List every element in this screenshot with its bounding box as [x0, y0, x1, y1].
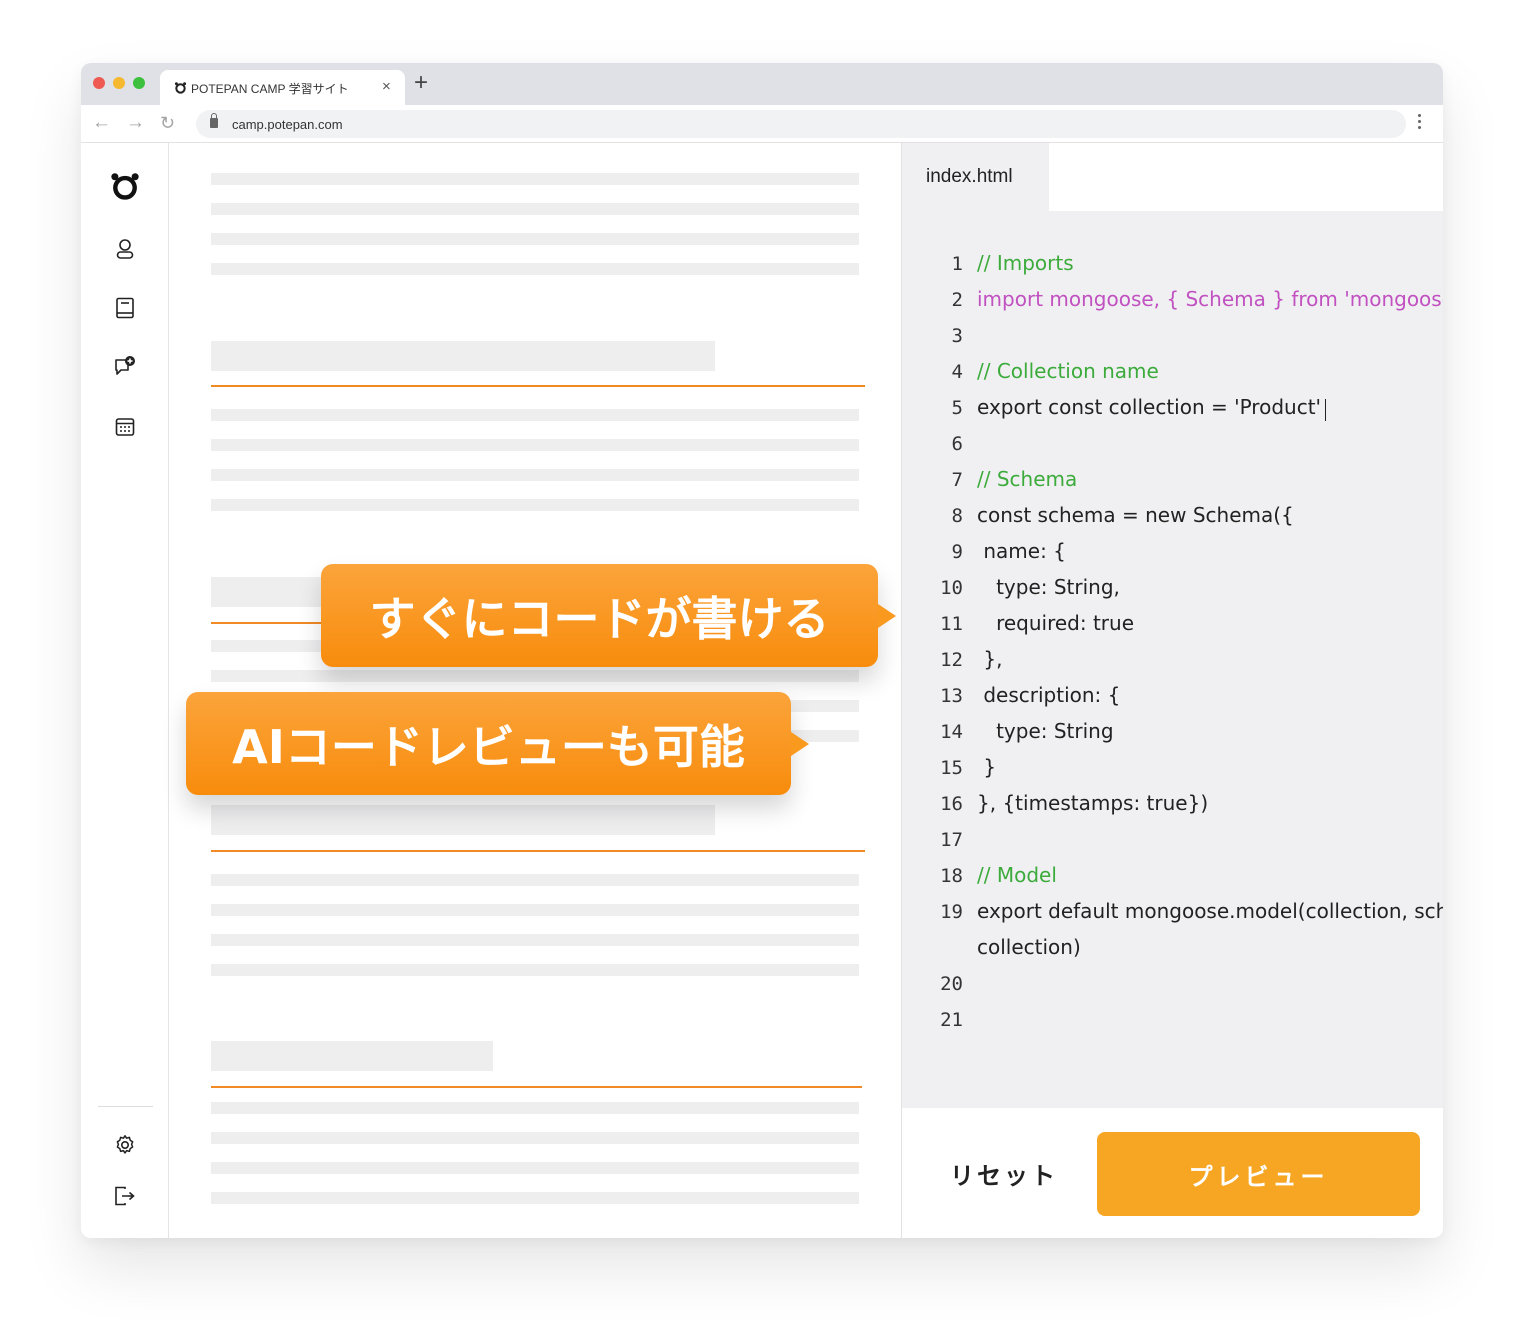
- code-text: required: true: [977, 611, 1135, 635]
- line-number: 21: [940, 1009, 963, 1031]
- placeholder-line: [211, 1192, 859, 1204]
- line-number: 5: [951, 397, 963, 419]
- text-caret: [1325, 399, 1326, 421]
- line-number: 2: [951, 289, 963, 311]
- code-text: export default mongoose.model(collection…: [977, 899, 1443, 923]
- line-number: 4: [951, 361, 963, 383]
- tab-title: POTEPAN CAMP 学習サイト: [191, 82, 349, 96]
- potepan-logo-icon[interactable]: [110, 171, 140, 201]
- placeholder-line: [211, 469, 859, 481]
- code-text: }: [977, 755, 997, 779]
- url-text: camp.potepan.com: [232, 117, 343, 132]
- line-number: 6: [951, 433, 963, 455]
- browser-menu-icon[interactable]: [1418, 114, 1421, 132]
- heading-rule: [211, 850, 865, 852]
- placeholder-line: [211, 1132, 859, 1144]
- back-arrow-icon[interactable]: ←: [92, 112, 111, 134]
- line-number: 3: [951, 325, 963, 347]
- gear-icon[interactable]: [110, 1130, 140, 1160]
- placeholder-line: [211, 203, 859, 215]
- placeholder-line: [211, 263, 859, 275]
- line-number: 19: [940, 901, 963, 923]
- heading-rule: [211, 385, 865, 387]
- line-number: 9: [951, 541, 963, 563]
- code-text: description: {: [977, 683, 1121, 707]
- placeholder-line: [211, 1162, 859, 1174]
- close-window-button[interactable]: [93, 77, 105, 89]
- feature-callout-code: すぐにコードが書ける: [321, 564, 896, 667]
- editor-footer: リセット プレビュー: [902, 1108, 1443, 1238]
- line-number: 14: [940, 721, 963, 743]
- line-number: 12: [940, 649, 963, 671]
- forward-arrow-icon[interactable]: →: [126, 112, 145, 134]
- line-number: 8: [951, 505, 963, 527]
- sidebar-divider: [98, 1106, 153, 1107]
- placeholder-line: [211, 904, 859, 916]
- calendar-icon[interactable]: [110, 412, 140, 442]
- code-text: import mongoose, { Schema } from 'mongoo…: [977, 287, 1443, 311]
- placeholder-line: [211, 439, 859, 451]
- placeholder-line: [211, 499, 859, 511]
- sidebar: [81, 143, 169, 1238]
- code-text: type: String,: [977, 575, 1120, 599]
- placeholder-heading: [211, 341, 715, 371]
- browser-tab[interactable]: POTEPAN CAMP 学習サイト ×: [160, 70, 405, 105]
- placeholder-line: [211, 670, 859, 682]
- tab-bar: POTEPAN CAMP 学習サイト × +: [81, 63, 1443, 105]
- line-number: 1: [951, 253, 963, 275]
- placeholder-heading: [211, 805, 715, 835]
- line-number: 10: [940, 577, 963, 599]
- line-number: 18: [940, 865, 963, 887]
- lesson-content: [170, 143, 901, 1238]
- reset-button[interactable]: リセット: [950, 1156, 1058, 1191]
- new-tab-button[interactable]: +: [414, 70, 428, 96]
- chat-add-icon[interactable]: [110, 352, 140, 382]
- tab-close-icon[interactable]: ×: [382, 78, 391, 95]
- placeholder-heading: [211, 1041, 493, 1071]
- maximize-window-button[interactable]: [133, 77, 145, 89]
- placeholder-line: [211, 934, 859, 946]
- code-text: collection): [977, 935, 1081, 959]
- logout-icon[interactable]: [110, 1181, 140, 1211]
- line-number: 15: [940, 757, 963, 779]
- line-number: 17: [940, 829, 963, 851]
- placeholder-line: [211, 233, 859, 245]
- potepan-favicon-icon: [174, 82, 187, 94]
- user-icon[interactable]: [110, 234, 140, 264]
- line-number: 11: [940, 613, 963, 635]
- code-text: export const collection = 'Product': [977, 395, 1322, 419]
- url-field[interactable]: camp.potepan.com: [196, 110, 1406, 138]
- reload-icon[interactable]: ↻: [160, 112, 175, 134]
- book-icon[interactable]: [110, 293, 140, 323]
- minimize-window-button[interactable]: [113, 77, 125, 89]
- placeholder-line: [211, 1102, 859, 1114]
- code-text: // Imports: [977, 251, 1074, 275]
- code-text: }, {timestamps: true}): [977, 791, 1209, 815]
- heading-rule: [211, 1086, 862, 1088]
- code-text: // Schema: [977, 467, 1078, 491]
- address-bar: ← → ↻ camp.potepan.com: [81, 105, 1443, 143]
- code-text: const schema = new Schema({: [977, 503, 1294, 527]
- placeholder-line: [211, 964, 859, 976]
- line-number: 20: [940, 973, 963, 995]
- editor-file-tab[interactable]: index.html: [902, 143, 1049, 211]
- editor-filename: index.html: [926, 166, 1013, 187]
- preview-button[interactable]: プレビュー: [1097, 1132, 1420, 1216]
- code-editor[interactable]: index.html 1 // Imports 2 import mongoose, …: [901, 143, 1443, 1238]
- placeholder-line: [211, 409, 859, 421]
- lock-icon: [210, 113, 218, 128]
- code-text: },: [977, 647, 1003, 671]
- line-number: 7: [951, 469, 963, 491]
- code-text: // Collection name: [977, 359, 1159, 383]
- feature-callout-review: AIコードレビューも可能: [186, 692, 809, 795]
- placeholder-line: [211, 874, 859, 886]
- placeholder-line: [211, 173, 859, 185]
- line-number: 16: [940, 793, 963, 815]
- line-number: 13: [940, 685, 963, 707]
- code-text: name: {: [977, 539, 1066, 563]
- code-text: type: String: [977, 719, 1114, 743]
- code-text: // Model: [977, 863, 1057, 887]
- editor-tabstrip: [1049, 143, 1443, 211]
